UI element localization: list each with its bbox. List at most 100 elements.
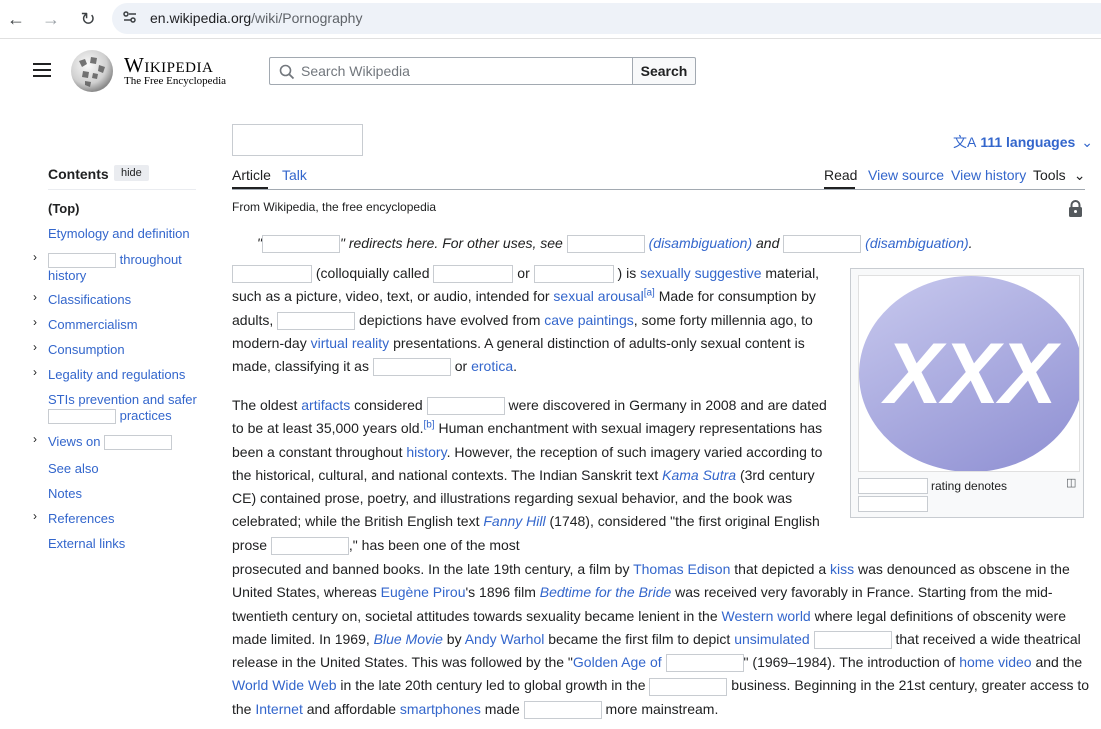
- tab-read[interactable]: Read: [824, 167, 857, 183]
- toc-item-notes[interactable]: Notes: [48, 486, 82, 502]
- tab-talk[interactable]: Talk: [282, 167, 307, 183]
- link-sexual-arousal[interactable]: sexual arousal: [553, 288, 643, 304]
- text: material,: [765, 265, 820, 281]
- redacted-blank: [533, 265, 614, 284]
- page-title-placeholder: [232, 124, 363, 156]
- link-history[interactable]: history: [406, 444, 446, 460]
- tab-article[interactable]: Article: [232, 167, 271, 183]
- toc-item-classifications[interactable]: Classifications: [48, 292, 131, 308]
- text: such as a picture, video, text, or audio…: [232, 288, 550, 305]
- toc-item-etymology[interactable]: Etymology and definition: [48, 226, 190, 242]
- search-button[interactable]: Search: [632, 57, 696, 85]
- redacted-blank: [858, 478, 928, 494]
- tab-view-history[interactable]: View history: [951, 167, 1026, 183]
- tab-view-source[interactable]: View source: [868, 167, 944, 183]
- toc-divider: [48, 189, 196, 190]
- main-menu-icon[interactable]: [33, 63, 51, 79]
- text: by: [446, 630, 462, 647]
- chevron-right-icon[interactable]: ›: [33, 509, 37, 523]
- text: " (1969–1984). The introduction of: [743, 654, 956, 671]
- link-western-world[interactable]: Western world: [722, 608, 811, 624]
- toc-item-top[interactable]: (Top): [48, 201, 80, 217]
- toc-item-views[interactable]: Views on: [48, 434, 173, 451]
- text: was received very favorably in France. S…: [675, 584, 1022, 601]
- lead-paragraph-2-bottom: prosecuted and banned books. In the late…: [232, 558, 1090, 721]
- redacted-blank: [566, 235, 645, 254]
- toc-stis-text-a: STIs prevention and safer: [48, 392, 197, 407]
- redacted-blank: [261, 235, 340, 254]
- chevron-right-icon[interactable]: ›: [33, 340, 37, 354]
- link-internet[interactable]: Internet: [255, 701, 302, 717]
- tools-label: Tools: [1033, 167, 1066, 183]
- redacted-blank: [277, 311, 356, 330]
- redacted-blank: [783, 235, 862, 254]
- chevron-right-icon[interactable]: ›: [33, 250, 37, 264]
- chevron-right-icon[interactable]: ›: [33, 365, 37, 379]
- link-sexually-suggestive[interactable]: sexually suggestive: [640, 265, 761, 281]
- back-icon[interactable]: ←: [5, 8, 27, 30]
- text: ) is: [617, 265, 637, 281]
- text: depictions have evolved from: [359, 311, 541, 328]
- toc-item-references[interactable]: References: [48, 511, 114, 527]
- link-world-wide-web[interactable]: World Wide Web: [232, 677, 337, 693]
- site-settings-icon[interactable]: [122, 9, 138, 28]
- link-unsimulated[interactable]: unsimulated: [734, 631, 810, 647]
- toc-hide-button[interactable]: hide: [114, 165, 149, 181]
- link-andy-warhol[interactable]: Andy Warhol: [465, 631, 545, 647]
- toc-item-see-also[interactable]: See also: [48, 461, 99, 477]
- link-artifacts[interactable]: artifacts: [301, 397, 350, 413]
- xxx-image[interactable]: XXX: [858, 275, 1083, 472]
- wikipedia-globe-logo[interactable]: [69, 49, 116, 93]
- hatnote: " " redirects here. For other uses, see (…: [257, 235, 973, 254]
- toc-item-consumption[interactable]: Consumption: [48, 342, 125, 358]
- link-golden-age[interactable]: Golden Age of: [573, 654, 662, 670]
- address-bar[interactable]: en.wikipedia.org/wiki/Pornography: [112, 3, 1101, 34]
- search-icon: [279, 64, 295, 80]
- reload-icon[interactable]: ↻: [77, 8, 99, 30]
- chevron-right-icon[interactable]: ›: [33, 290, 37, 304]
- lead-paragraph-1: (colloquially called or ) is sexually su…: [232, 262, 832, 378]
- text: , some forty millennia ago,: [633, 311, 798, 328]
- text: (1748),: [549, 513, 594, 530]
- footnote-link[interactable]: [a]: [644, 288, 655, 299]
- toc-item-external-links[interactable]: External links: [48, 536, 125, 552]
- toc-item-history[interactable]: throughout history: [48, 252, 182, 284]
- text: or: [454, 358, 468, 375]
- redacted-blank: [649, 677, 728, 696]
- link-smartphones[interactable]: smartphones: [400, 701, 481, 717]
- disambiguation-link[interactable]: (disambiguation): [865, 235, 969, 251]
- chevron-right-icon[interactable]: ›: [33, 432, 37, 446]
- link-cave-paintings[interactable]: cave paintings: [544, 312, 634, 328]
- link-blue-movie[interactable]: Blue Movie: [374, 631, 443, 647]
- redacted-blank: [665, 654, 744, 673]
- disambiguation-link[interactable]: (disambiguation): [649, 235, 753, 251]
- text: ," has been one of the most: [348, 536, 520, 553]
- footnote-link[interactable]: [b]: [423, 420, 434, 431]
- toc-item-legality[interactable]: Legality and regulations: [48, 367, 185, 383]
- link-home-video[interactable]: video: [998, 654, 1031, 670]
- text: and the: [1035, 654, 1083, 671]
- link-erotica[interactable]: erotica: [471, 358, 513, 374]
- link-home-video[interactable]: home: [959, 654, 994, 670]
- link-fanny-hill[interactable]: Fanny Hill: [483, 513, 545, 529]
- toc-history-text-b: history: [48, 268, 87, 284]
- link-virtual-reality[interactable]: virtual reality: [311, 335, 390, 351]
- toc-item-stis[interactable]: STIs prevention and safer practices: [48, 392, 197, 425]
- link-thomas-edison[interactable]: Thomas Edison: [633, 561, 730, 577]
- tools-menu[interactable]: Tools ⌄: [1033, 167, 1085, 184]
- languages-label: 111 languages: [980, 134, 1076, 150]
- link-bedtime-for-the-bride[interactable]: Bedtime for the Bride: [540, 584, 672, 600]
- lock-icon[interactable]: [1068, 200, 1083, 217]
- search-input[interactable]: Search Wikipedia: [269, 57, 633, 85]
- forward-icon[interactable]: →: [40, 8, 62, 30]
- text: that received a wide: [895, 630, 1021, 647]
- redacted-blank: [270, 537, 349, 556]
- toc-item-commercialism[interactable]: Commercialism: [48, 317, 138, 333]
- link-eugene-pirou[interactable]: Eugène Pirou: [381, 584, 466, 600]
- redacted-blank: [433, 265, 514, 284]
- link-kiss[interactable]: kiss: [830, 561, 854, 577]
- enlarge-icon[interactable]: ◫: [1066, 476, 1076, 489]
- chevron-right-icon[interactable]: ›: [33, 315, 37, 329]
- languages-button[interactable]: 文A 111 languages ⌄: [953, 132, 1093, 152]
- link-kama-sutra[interactable]: Kama Sutra: [662, 467, 736, 483]
